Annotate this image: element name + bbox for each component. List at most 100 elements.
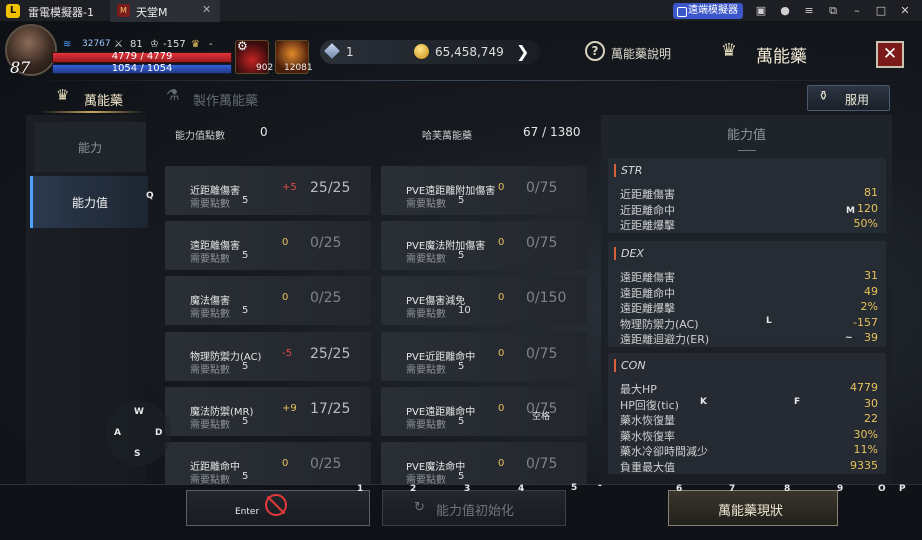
use-button-label[interactable]: 服用 xyxy=(845,91,869,108)
tab-game-label[interactable]: 天堂M xyxy=(136,4,168,20)
stat-card[interactable]: 魔法防禦(MR) 需要點數 5 +9 17/25 xyxy=(165,387,371,436)
emulator-name: 雷電模擬器-1 xyxy=(28,6,94,19)
power-icon: ≋ xyxy=(63,39,72,50)
key-hint-1: 1 xyxy=(357,484,364,494)
stat-row-label: 遠距離迴避力(ER) xyxy=(620,333,710,346)
maximize-icon[interactable]: □ xyxy=(874,4,888,18)
stat-card-bonus: 0 xyxy=(282,237,289,248)
help-label[interactable]: 萬能藥說明 xyxy=(611,45,671,62)
key-hint-minus: - xyxy=(598,481,602,491)
remote-emulator-button[interactable]: 遠端模擬器 xyxy=(673,3,743,19)
stat-card[interactable]: 物理防禦力(AC) 需要點數 5 -5 25/25 xyxy=(165,332,371,381)
stat-section-title: DEX xyxy=(614,247,644,260)
page-title: 萬能藥 xyxy=(756,47,807,67)
close-button[interactable]: ✕ xyxy=(876,41,904,68)
restore-icon[interactable]: ⧉ xyxy=(826,4,840,18)
stat-card[interactable]: PVE遠距離命中 需要點數 5 0 0/75 xyxy=(381,387,587,436)
key-hint-d: D xyxy=(155,428,163,438)
minimize-icon[interactable]: – xyxy=(850,4,864,18)
stat-row-value: 120 xyxy=(857,201,878,215)
stat-card-progress: 0/25 xyxy=(310,235,342,251)
stat-row-label: 近距離傷害 xyxy=(620,188,675,201)
stat-card[interactable]: PVE傷害減免 需要點數 10 0 0/150 xyxy=(381,276,587,325)
stat-row-label: 物理防禦力(AC) xyxy=(620,317,699,331)
key-hint-o: O xyxy=(878,484,886,494)
stat-card[interactable]: 遠距離傷害 需要點數 5 0 0/25 xyxy=(165,221,371,270)
key-hint-l: L xyxy=(766,316,772,326)
stat-card[interactable]: PVE魔法附加傷害 需要點數 5 0 0/75 xyxy=(381,221,587,270)
stat-card-req-label: 需要點數 xyxy=(190,199,230,210)
help-icon[interactable]: ? xyxy=(585,41,605,61)
active-tab-underline xyxy=(40,111,145,113)
stat-row-value: 4779 xyxy=(850,381,878,394)
stat-card-bonus: 0 xyxy=(498,237,505,248)
window-close-icon[interactable]: ✕ xyxy=(898,4,912,18)
stat-row-label: 藥水恢復率 xyxy=(620,429,675,443)
tab-craft[interactable]: 製作萬能藥 xyxy=(193,90,258,109)
no-entry-icon xyxy=(265,494,287,516)
stat-card-progress: 0/75 xyxy=(526,456,558,472)
user-icon[interactable]: ● xyxy=(778,4,792,18)
stat-card-req-label: 需要點數 xyxy=(406,199,446,210)
key-hint-9: 9 xyxy=(837,484,844,494)
key-hint-5: 5 xyxy=(571,483,578,493)
stat-row-label: 近距離爆擊 xyxy=(620,219,675,232)
gold-value: 65,458,749 xyxy=(435,45,504,59)
power-value: 32767 xyxy=(82,39,111,49)
emulator-logo-icon: L xyxy=(6,4,20,18)
stat-row-value: 30 xyxy=(864,396,878,410)
stat-card-req-label: 需要點數 xyxy=(190,420,230,431)
stat-card-req-label: 需要點數 xyxy=(406,254,446,265)
stat-row-value: 81 xyxy=(864,186,878,199)
key-hint-7: 7 xyxy=(729,484,736,494)
crystal-value: 1 xyxy=(346,45,354,59)
stat-card[interactable]: PVE遠距離附加傷害 需要點數 5 0 0/75 xyxy=(381,166,587,215)
character-level: 87 xyxy=(10,58,31,77)
stat-card-progress: 0/75 xyxy=(526,346,558,362)
stat-card-progress: 0/150 xyxy=(526,290,567,306)
stat-row-label: 藥水冷卻時間減少 xyxy=(620,445,708,458)
stat-card-bonus: 0 xyxy=(282,458,289,469)
stat-card-req-label: 需要點數 xyxy=(406,365,446,376)
lawful-icon: ♔ xyxy=(150,39,159,50)
stat-card-req-label: 需要點數 xyxy=(190,365,230,376)
stat-card[interactable]: 魔法傷害 需要點數 5 0 0/25 xyxy=(165,276,371,325)
key-hint-k: K xyxy=(700,397,707,407)
stat-row-label: 遠距離命中 xyxy=(620,286,675,300)
sword-icon: ⚔ xyxy=(114,39,123,50)
stat-row-value: 50% xyxy=(853,217,878,230)
header-divider xyxy=(0,80,922,81)
gift-icon[interactable]: ▣ xyxy=(754,4,768,18)
stat-row-value: -157 xyxy=(853,315,878,329)
stat-card-req-value: 5 xyxy=(242,305,249,316)
key-hint-2: 2 xyxy=(410,484,417,494)
stat-card-bonus: 0 xyxy=(498,458,505,469)
potion-count: 902 xyxy=(256,63,274,73)
stat-card-req-value: 5 xyxy=(242,250,249,261)
key-hint-space: 空格 xyxy=(532,412,551,422)
menu-icon[interactable]: ≡ xyxy=(802,4,816,18)
hp-text: 4779 / 4779 xyxy=(111,51,173,62)
stat-card-progress: 25/25 xyxy=(310,180,351,196)
stat-card-progress: 25/25 xyxy=(310,346,351,362)
stat-card-req-value: 5 xyxy=(242,471,249,482)
chevron-right-icon[interactable]: ❯ xyxy=(516,42,529,61)
flask-icon: ⚱ xyxy=(818,89,829,104)
side-item-stat-label[interactable]: 能力值 xyxy=(72,194,108,211)
stat-card-progress: 0/75 xyxy=(526,235,558,251)
stat-points-value: 0 xyxy=(260,125,268,139)
stat-card[interactable]: 近距離傷害 需要點數 5 +5 25/25 xyxy=(165,166,371,215)
trophy-value: - xyxy=(209,39,213,50)
reset-button-label[interactable]: 能力值初始化 xyxy=(436,500,514,519)
potion-status-label[interactable]: 萬能藥現狀 xyxy=(718,500,783,519)
tab-close-icon[interactable]: ✕ xyxy=(202,3,211,16)
tab-potion[interactable]: 萬能藥 xyxy=(84,90,123,109)
stat-row-value: 30% xyxy=(853,427,878,441)
stat-card[interactable]: PVE近距離命中 需要點數 5 0 0/75 xyxy=(381,332,587,381)
potion-tab-icon: ♛ xyxy=(56,86,70,104)
stat-row-label: 最大HP xyxy=(620,383,657,396)
stat-card-req-label: 需要點數 xyxy=(190,254,230,265)
stat-card-req-value: 5 xyxy=(458,361,465,372)
stat-panel-title: 能力值 xyxy=(726,128,766,143)
side-item-ability-label[interactable]: 能力 xyxy=(78,139,102,156)
